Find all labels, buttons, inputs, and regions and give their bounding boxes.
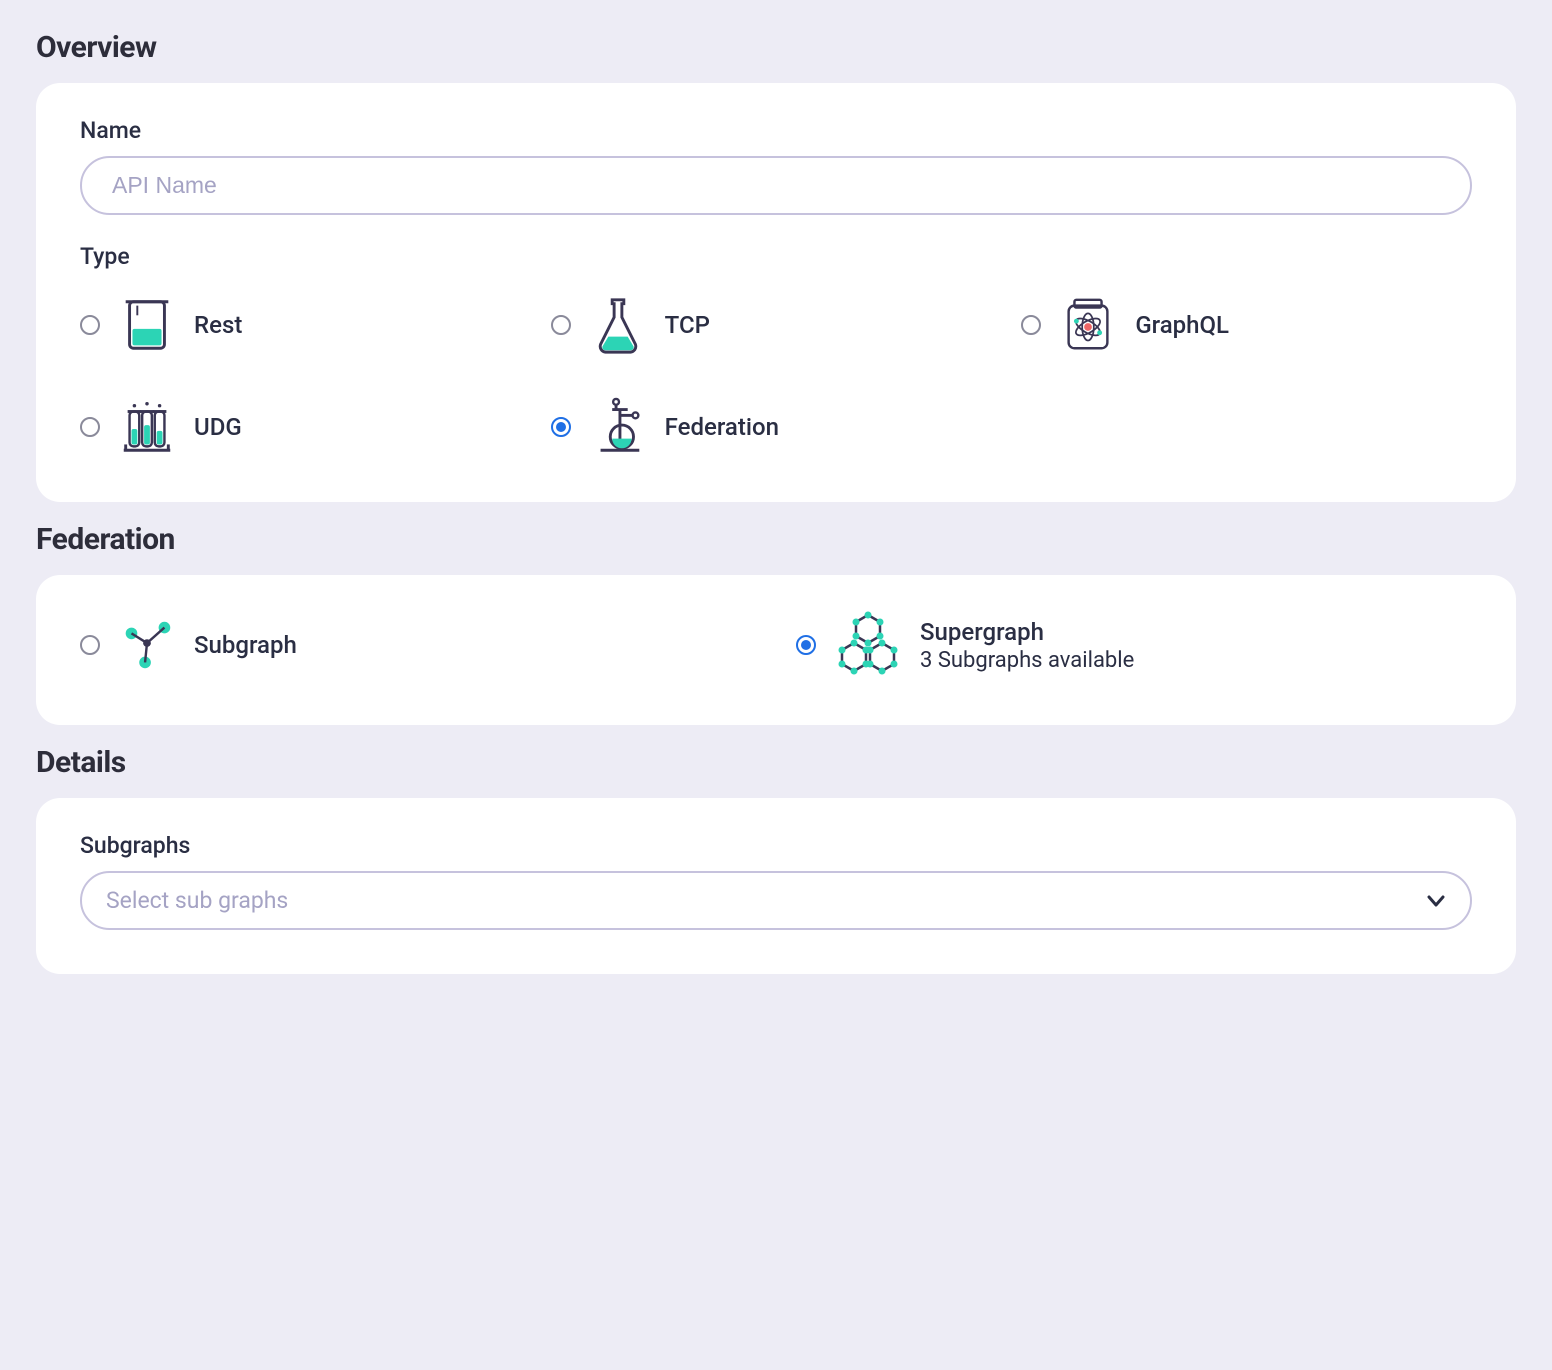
details-card: Subgraphs Select sub graphs bbox=[36, 798, 1516, 974]
test-tubes-icon bbox=[116, 396, 178, 458]
type-option-federation-label: Federation bbox=[665, 413, 779, 441]
api-name-input[interactable] bbox=[80, 156, 1472, 215]
federation-icon bbox=[587, 396, 649, 458]
federation-option-subgraph-label: Subgraph bbox=[194, 631, 297, 659]
radio-icon bbox=[80, 315, 100, 335]
subgraph-icon bbox=[116, 614, 178, 676]
atom-jar-icon bbox=[1057, 294, 1119, 356]
federation-heading: Federation bbox=[36, 522, 1516, 557]
type-option-udg-label: UDG bbox=[194, 413, 242, 441]
radio-icon bbox=[1021, 315, 1041, 335]
type-option-rest-label: Rest bbox=[194, 311, 242, 339]
type-option-graphql[interactable]: GraphQL bbox=[1021, 294, 1472, 356]
federation-option-supergraph-sublabel: 3 Subgraphs available bbox=[920, 648, 1134, 673]
federation-option-subgraph[interactable]: Subgraph bbox=[80, 614, 756, 676]
overview-heading: Overview bbox=[36, 30, 1516, 65]
federation-card: Subgraph Supe bbox=[36, 575, 1516, 725]
name-label: Name bbox=[80, 117, 1472, 144]
subgraphs-label: Subgraphs bbox=[80, 832, 1472, 859]
type-option-tcp[interactable]: TCP bbox=[551, 294, 1002, 356]
type-option-graphql-label: GraphQL bbox=[1135, 311, 1229, 339]
type-label: Type bbox=[80, 243, 1472, 270]
radio-icon bbox=[551, 417, 571, 437]
supergraph-icon bbox=[832, 609, 904, 681]
radio-icon bbox=[80, 635, 100, 655]
beaker-icon bbox=[116, 294, 178, 356]
federation-option-supergraph-label: Supergraph bbox=[920, 618, 1134, 646]
subgraphs-select[interactable]: Select sub graphs bbox=[80, 871, 1472, 930]
type-option-udg[interactable]: UDG bbox=[80, 396, 531, 458]
radio-icon bbox=[551, 315, 571, 335]
flask-icon bbox=[587, 294, 649, 356]
radio-icon bbox=[796, 635, 816, 655]
type-option-rest[interactable]: Rest bbox=[80, 294, 531, 356]
radio-icon bbox=[80, 417, 100, 437]
overview-card: Name Type Rest TCP bbox=[36, 83, 1516, 502]
type-option-tcp-label: TCP bbox=[665, 311, 710, 339]
type-option-federation[interactable]: Federation bbox=[551, 396, 1002, 458]
details-heading: Details bbox=[36, 745, 1516, 780]
federation-option-supergraph[interactable]: Supergraph 3 Subgraphs available bbox=[796, 609, 1472, 681]
